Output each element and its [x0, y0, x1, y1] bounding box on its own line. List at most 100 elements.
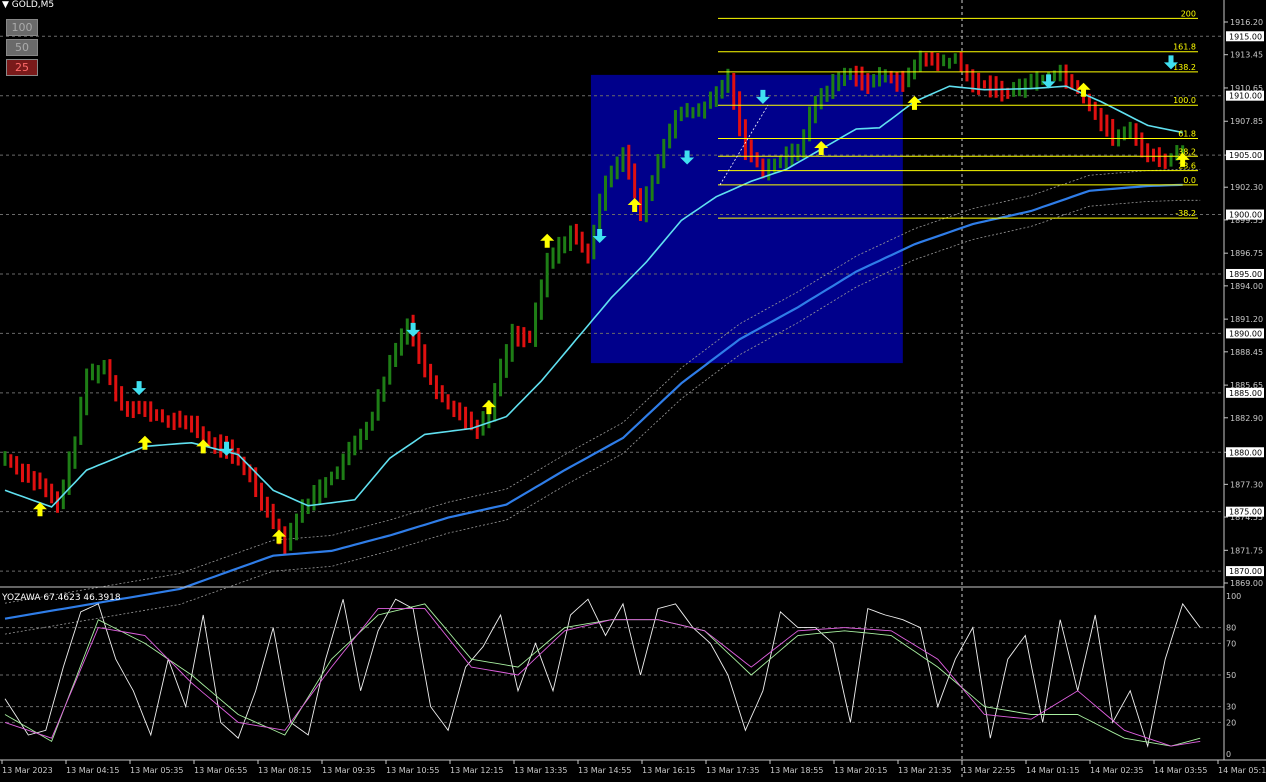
bull-bar	[808, 106, 812, 142]
price-tick-label: 1871.75	[1230, 546, 1263, 555]
bull-bar	[621, 147, 625, 172]
bull-bar	[592, 224, 596, 260]
bear-bar	[1146, 143, 1150, 163]
bear-bar	[1157, 147, 1161, 168]
bull-bar	[872, 73, 876, 88]
bear-bar	[44, 478, 48, 498]
bear-bar	[936, 52, 940, 71]
time-tick-label: 13 Mar 10:55	[386, 766, 439, 775]
time-tick-label: 13 Mar 2023	[2, 766, 53, 775]
bear-bar	[15, 456, 19, 475]
chart-window[interactable]: 200 161.8 138.2 100.0 61.8 38.2 23.6 0.0 -38.2 19…	[0, 0, 1266, 778]
time-tick-label: 13 Mar 08:15	[258, 766, 311, 775]
osc-tick-label: 0	[1226, 750, 1231, 759]
bear-bar	[982, 80, 986, 89]
fibo-level-label: 61.8	[1178, 129, 1196, 138]
time-tick-label: 13 Mar 05:35	[130, 766, 183, 775]
bear-bar	[155, 409, 159, 421]
time-tick-label: 14 Mar 05:15	[1218, 766, 1266, 775]
time-tick-label: 14 Mar 02:35	[1090, 766, 1143, 775]
osc-tick-label: 100	[1226, 592, 1241, 601]
price-tick-label: 1916.20	[1230, 18, 1263, 27]
bear-bar	[260, 482, 264, 511]
dropdown-triangle-icon[interactable]: ▼	[2, 0, 9, 10]
time-tick-label: 13 Mar 18:55	[770, 766, 823, 775]
fibo-level-label: 138.2	[1173, 63, 1196, 72]
bear-bar	[930, 51, 934, 66]
bull-bar	[691, 107, 695, 119]
bull-bar	[102, 360, 106, 375]
bear-bar	[219, 434, 223, 458]
bear-bar	[860, 66, 864, 91]
bear-bar	[633, 163, 637, 199]
fibo-level-label: 100.0	[1173, 96, 1196, 105]
bull-bar	[569, 225, 573, 252]
bear-bar	[137, 400, 141, 415]
bull-bar	[96, 365, 100, 384]
time-tick-label: 13 Mar 16:15	[642, 766, 695, 775]
price-tick-label: 1907.85	[1230, 117, 1263, 126]
bear-bar	[749, 139, 753, 163]
bear-bar	[522, 327, 526, 348]
bull-bar	[493, 383, 497, 422]
bull-bar	[312, 485, 316, 511]
bull-bar	[790, 143, 794, 166]
bull-bar	[831, 73, 835, 99]
price-tick-label: 1913.45	[1230, 51, 1263, 60]
bear-bar	[1099, 107, 1103, 132]
bear-bar	[195, 415, 199, 439]
bear-bar	[283, 526, 287, 555]
bear-bar	[959, 51, 963, 72]
bear-bar	[475, 419, 479, 439]
bull-bar	[778, 155, 782, 169]
bear-bar	[230, 439, 234, 464]
bull-bar	[650, 175, 654, 202]
bull-bar	[825, 85, 829, 102]
bear-bar	[994, 76, 998, 98]
bear-bar	[271, 503, 275, 530]
bull-bar	[79, 396, 83, 445]
symbol-label: ▼ GOLD,M5	[2, 0, 54, 10]
bull-bar	[615, 156, 619, 180]
fibo-level-label: 200	[1181, 9, 1196, 18]
bear-bar	[580, 231, 584, 253]
time-tick-label: 14 Mar 03:55	[1154, 766, 1207, 775]
bear-bar	[627, 144, 631, 180]
price-chart[interactable]: 200161.8138.2100.061.838.223.60.0-38.219…	[0, 0, 1266, 778]
price-level-badge-label: 1900.00	[1229, 211, 1262, 220]
price-tick-label: 1894.00	[1230, 282, 1263, 291]
bear-bar	[166, 415, 170, 428]
bear-bar	[38, 472, 42, 490]
time-tick-label: 13 Mar 04:15	[66, 766, 119, 775]
bear-bar	[586, 243, 590, 264]
zoom-50-button[interactable]: 50	[6, 39, 38, 56]
osc-tick-label: 20	[1226, 718, 1236, 727]
bear-bar	[172, 412, 176, 431]
bull-bar	[1117, 129, 1121, 147]
bear-bar	[1093, 101, 1097, 120]
bear-bar	[131, 401, 135, 419]
bull-bar	[609, 165, 613, 188]
zoom-100-button[interactable]: 100	[6, 19, 38, 36]
bear-bar	[446, 394, 450, 410]
bull-bar	[802, 129, 806, 159]
price-level-badge-label: 1895.00	[1229, 270, 1262, 279]
bear-bar	[1152, 148, 1156, 162]
fibo-level-label: 0.0	[1183, 176, 1196, 185]
bull-bar	[603, 175, 607, 211]
bull-bar	[953, 53, 957, 64]
bear-bar	[26, 463, 30, 483]
zoom-25-button[interactable]: 25	[6, 59, 38, 76]
bull-bar	[912, 59, 916, 80]
price-tick-label: 1882.90	[1230, 414, 1263, 423]
bear-bar	[429, 363, 433, 385]
price-tick-label: 1877.30	[1230, 480, 1263, 489]
price-level-badge-label: 1870.00	[1229, 567, 1262, 576]
osc-tick-label: 70	[1226, 639, 1236, 648]
bear-bar	[440, 385, 444, 403]
bear-bar	[924, 52, 928, 67]
price-level-badge-label: 1890.00	[1229, 329, 1262, 338]
bull-bar	[796, 143, 800, 161]
time-tick-label: 13 Mar 12:15	[450, 766, 503, 775]
bull-bar	[843, 67, 847, 87]
